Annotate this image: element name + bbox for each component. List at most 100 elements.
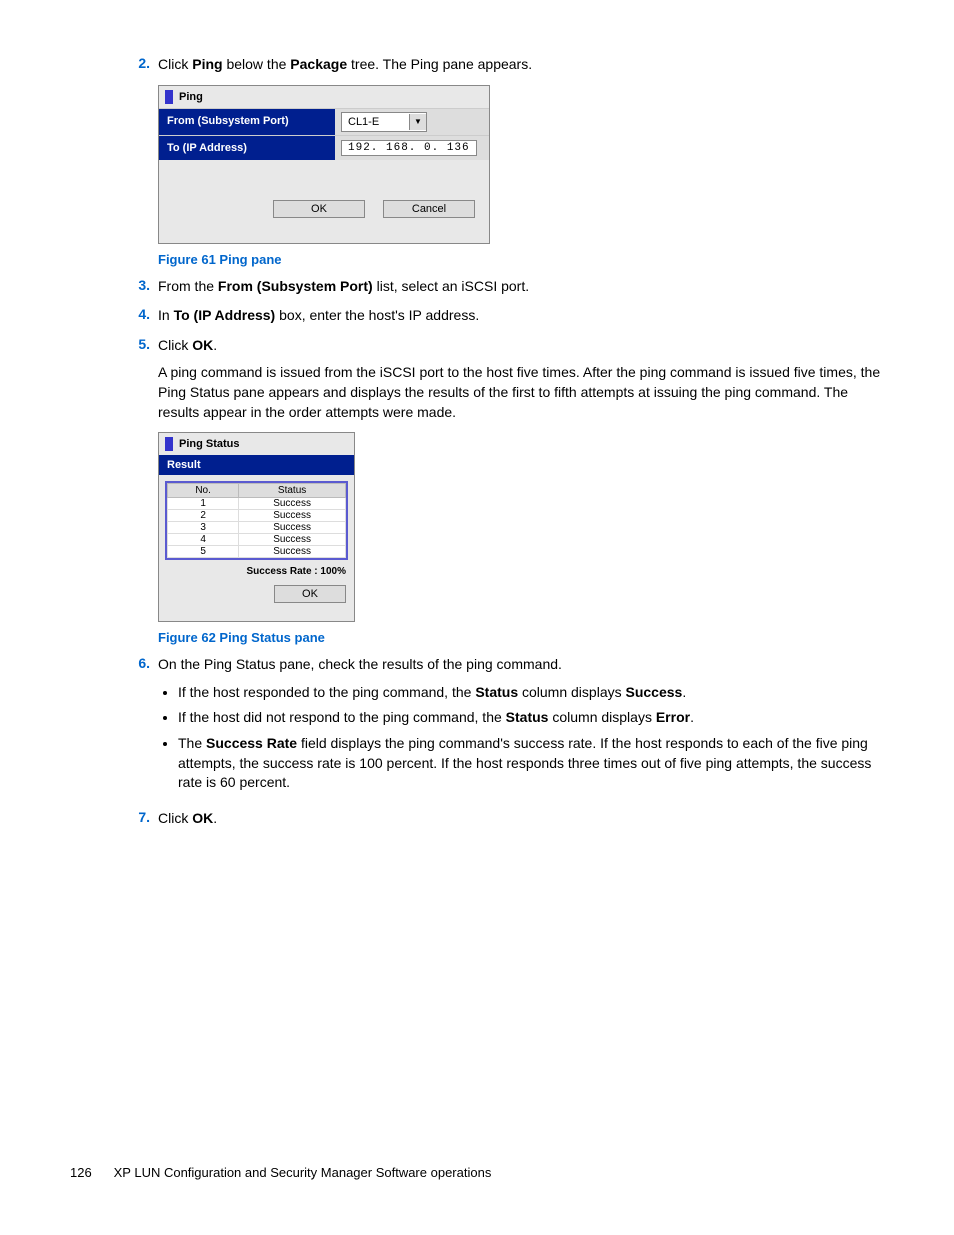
panel-title-text: Ping bbox=[179, 91, 203, 103]
step-2: 2. Click Ping below the Package tree. Th… bbox=[120, 55, 884, 75]
text: column displays bbox=[548, 709, 655, 725]
step-3: 3. From the From (Subsystem Port) list, … bbox=[120, 277, 884, 297]
cell-status: Success bbox=[239, 534, 346, 546]
ok-button[interactable]: OK bbox=[273, 200, 365, 218]
step-num: 7. bbox=[120, 809, 158, 829]
cell-status: Success bbox=[239, 522, 346, 534]
step-6: 6. On the Ping Status pane, check the re… bbox=[120, 655, 884, 799]
cell-status: Success bbox=[239, 510, 346, 522]
cell-no: 4 bbox=[168, 534, 239, 546]
text: . bbox=[690, 709, 694, 725]
bold: Success Rate bbox=[206, 735, 297, 751]
step-num: 3. bbox=[120, 277, 158, 297]
footer: 126 XP LUN Configuration and Security Ma… bbox=[70, 1165, 491, 1180]
bold: Status bbox=[506, 709, 549, 725]
panel-title-text: Ping Status bbox=[179, 438, 240, 450]
cell-status: Success bbox=[239, 546, 346, 558]
panel-title: Ping bbox=[159, 86, 489, 108]
figure-62-caption: Figure 62 Ping Status pane bbox=[158, 630, 884, 645]
step-body: Click OK. bbox=[158, 809, 884, 829]
text: list, select an iSCSI port. bbox=[373, 278, 529, 294]
bold: Ping bbox=[192, 56, 222, 72]
step-5: 5. Click OK. A ping command is issued fr… bbox=[120, 336, 884, 422]
text: . bbox=[213, 810, 217, 826]
bold: Status bbox=[475, 684, 518, 700]
step-num: 2. bbox=[120, 55, 158, 75]
step-4: 4. In To (IP Address) box, enter the hos… bbox=[120, 306, 884, 326]
from-subsystem-port-select[interactable]: CL1-E ▼ bbox=[341, 112, 427, 132]
bold: To (IP Address) bbox=[174, 307, 276, 323]
list-item: If the host did not respond to the ping … bbox=[178, 708, 884, 728]
title-bar-icon bbox=[165, 437, 173, 451]
step-body: On the Ping Status pane, check the resul… bbox=[158, 655, 884, 799]
cell-no: 1 bbox=[168, 498, 239, 510]
text: From the bbox=[158, 278, 218, 294]
step-body: Click OK. A ping command is issued from … bbox=[158, 336, 884, 422]
step-6-text: On the Ping Status pane, check the resul… bbox=[158, 655, 884, 675]
col-status: Status bbox=[239, 484, 346, 498]
result-header: Result bbox=[159, 455, 354, 475]
ok-row: OK bbox=[159, 585, 354, 603]
step-num: 5. bbox=[120, 336, 158, 422]
table-row: 2Success bbox=[168, 510, 346, 522]
ok-button[interactable]: OK bbox=[274, 585, 346, 603]
success-rate: Success Rate : 100% bbox=[159, 562, 354, 585]
from-row: From (Subsystem Port) CL1-E ▼ bbox=[159, 108, 489, 135]
text: below the bbox=[223, 56, 291, 72]
list-item: If the host responded to the ping comman… bbox=[178, 683, 884, 703]
cell-no: 3 bbox=[168, 522, 239, 534]
step-num: 4. bbox=[120, 306, 158, 326]
bold: Package bbox=[290, 56, 347, 72]
to-label: To (IP Address) bbox=[159, 136, 335, 160]
bold: Error bbox=[656, 709, 690, 725]
list-item: The Success Rate field displays the ping… bbox=[178, 734, 884, 793]
step-6-bullets: If the host responded to the ping comman… bbox=[178, 683, 884, 793]
text: If the host did not respond to the ping … bbox=[178, 709, 506, 725]
from-field-cell: CL1-E ▼ bbox=[335, 109, 489, 135]
chevron-down-icon: ▼ bbox=[409, 114, 426, 130]
cell-no: 2 bbox=[168, 510, 239, 522]
step-5-paragraph: A ping command is issued from the iSCSI … bbox=[158, 363, 884, 422]
text: Click bbox=[158, 810, 192, 826]
from-label: From (Subsystem Port) bbox=[159, 109, 335, 135]
from-value: CL1-E bbox=[342, 116, 409, 128]
bold: OK bbox=[192, 337, 213, 353]
figure-61-caption: Figure 61 Ping pane bbox=[158, 252, 884, 267]
text: Click bbox=[158, 56, 192, 72]
text: . bbox=[682, 684, 686, 700]
to-ip-address-input[interactable]: 192. 168. 0. 136 bbox=[341, 140, 477, 156]
step-7: 7. Click OK. bbox=[120, 809, 884, 829]
step-body: In To (IP Address) box, enter the host's… bbox=[158, 306, 884, 326]
table-row: 4Success bbox=[168, 534, 346, 546]
text: . bbox=[213, 337, 217, 353]
text: box, enter the host's IP address. bbox=[275, 307, 479, 323]
title-bar-icon bbox=[165, 90, 173, 104]
text: column displays bbox=[518, 684, 625, 700]
table-row: 3Success bbox=[168, 522, 346, 534]
cancel-button[interactable]: Cancel bbox=[383, 200, 475, 218]
cell-no: 5 bbox=[168, 546, 239, 558]
text: Click bbox=[158, 337, 192, 353]
table-row: 1Success bbox=[168, 498, 346, 510]
status-table: No. Status 1Success 2Success 3Success 4S… bbox=[165, 481, 348, 560]
text: The bbox=[178, 735, 206, 751]
bold: Success bbox=[626, 684, 683, 700]
figure-62-ping-status-pane: Ping Status Result No. Status 1Success 2… bbox=[158, 432, 355, 622]
step-num: 6. bbox=[120, 655, 158, 799]
page-number: 126 bbox=[70, 1165, 110, 1180]
button-row: OK Cancel bbox=[159, 160, 489, 243]
panel-title: Ping Status bbox=[159, 433, 354, 455]
step-body: From the From (Subsystem Port) list, sel… bbox=[158, 277, 884, 297]
text: In bbox=[158, 307, 174, 323]
cell-status: Success bbox=[239, 498, 346, 510]
bold: OK bbox=[192, 810, 213, 826]
col-no: No. bbox=[168, 484, 239, 498]
figure-61-ping-pane: Ping From (Subsystem Port) CL1-E ▼ To (I… bbox=[158, 85, 490, 244]
footer-section: XP LUN Configuration and Security Manage… bbox=[114, 1165, 492, 1180]
to-row: To (IP Address) 192. 168. 0. 136 bbox=[159, 135, 489, 160]
to-field-cell: 192. 168. 0. 136 bbox=[335, 136, 489, 160]
bold: From (Subsystem Port) bbox=[218, 278, 373, 294]
text: tree. The Ping pane appears. bbox=[347, 56, 532, 72]
text: If the host responded to the ping comman… bbox=[178, 684, 475, 700]
table-row: 5Success bbox=[168, 546, 346, 558]
